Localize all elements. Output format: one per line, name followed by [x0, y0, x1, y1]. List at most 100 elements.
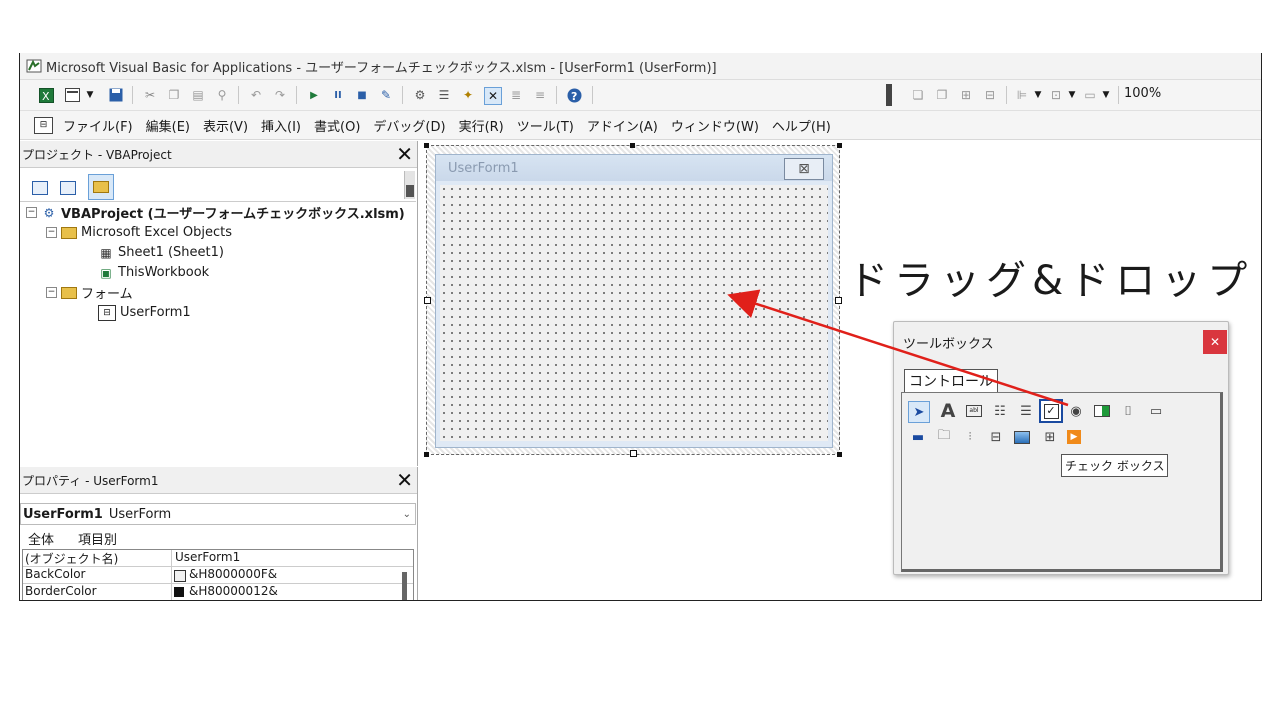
chevron-down-icon[interactable]: ▼ [1030, 87, 1046, 103]
resize-handle[interactable] [424, 297, 431, 304]
menu-view[interactable]: 表示(V) [203, 116, 248, 135]
tree-item-userform1[interactable]: ⊟ UserForm1 [98, 303, 191, 322]
tab-controls[interactable]: コントロール [904, 369, 998, 392]
frame-icon[interactable]: ⌷ [1118, 401, 1138, 421]
close-icon[interactable]: ⊠ [784, 158, 824, 180]
userform-menu-icon[interactable]: ⊟ [34, 116, 53, 134]
break-icon[interactable]: II [330, 87, 346, 103]
resize-handle[interactable] [835, 297, 842, 304]
project-explorer-icon[interactable]: ⚙ [412, 87, 428, 103]
checkbox-icon[interactable]: ✓ [1039, 399, 1063, 423]
save-icon[interactable] [108, 87, 124, 103]
tab-alphabetic[interactable]: 全体 [28, 529, 54, 548]
combobox-icon[interactable]: ☷ [990, 401, 1010, 421]
listbox-icon[interactable]: ☰ [1016, 401, 1036, 421]
object-browser-icon[interactable]: ✦ [460, 87, 476, 103]
align-left-icon[interactable]: ⊫ [1014, 87, 1030, 103]
menu-format[interactable]: 書式(O) [314, 116, 360, 135]
tree-item-excel-objects[interactable]: − Microsoft Excel Objects [46, 223, 232, 242]
object-selector[interactable]: UserForm1 UserForm ⌄ [20, 503, 416, 525]
insert-userform-icon[interactable] [64, 87, 80, 103]
center-icon[interactable]: ⊡ [1048, 87, 1064, 103]
properties-window-icon[interactable]: ☰ [436, 87, 452, 103]
menu-help[interactable]: ヘルプ(H) [772, 116, 831, 135]
align-icon[interactable]: ≡ [532, 87, 548, 103]
userform-grid[interactable] [440, 185, 828, 441]
tab-categorized[interactable]: 項目別 [78, 529, 117, 548]
optionbutton-icon[interactable]: ◉ [1066, 401, 1086, 421]
menu-file[interactable]: ファイル(F) [63, 116, 133, 135]
refedit-icon[interactable]: ⊞ [1040, 427, 1060, 447]
close-icon[interactable]: ✕ [396, 142, 413, 166]
resize-handle[interactable] [424, 143, 429, 148]
userform1[interactable]: UserForm1 ⊠ [435, 154, 833, 448]
menu-run[interactable]: 実行(R) [459, 116, 504, 135]
userform-selection-frame[interactable]: UserForm1 ⊠ [424, 143, 842, 457]
property-row[interactable]: (オブジェクト名) UserForm1 [23, 550, 413, 567]
make-same-size-icon[interactable]: ▭ [1082, 87, 1098, 103]
zoom-level[interactable]: 100% [1124, 86, 1161, 101]
tree-item-thisworkbook[interactable]: ▣ ThisWorkbook [98, 263, 209, 282]
view-object-icon[interactable] [60, 181, 76, 195]
resize-handle[interactable] [837, 452, 842, 457]
chevron-down-icon[interactable]: ▼ [82, 87, 98, 103]
menu-addins[interactable]: アドイン(A) [587, 116, 658, 135]
copy-icon[interactable]: ❐ [166, 87, 182, 103]
paste-icon[interactable]: ▤ [190, 87, 206, 103]
close-icon[interactable]: ✕ [1203, 330, 1227, 354]
resize-handle[interactable] [630, 143, 635, 148]
toggle-folders-icon[interactable] [88, 174, 114, 200]
redo-icon[interactable]: ↷ [272, 87, 288, 103]
chevron-down-icon[interactable]: ▼ [1098, 87, 1114, 103]
run-icon[interactable]: ▶ [306, 87, 322, 103]
scrollbar[interactable] [402, 572, 407, 600]
menu-debug[interactable]: デバッグ(D) [373, 116, 445, 135]
menu-window[interactable]: ウィンドウ(W) [671, 116, 759, 135]
label-icon[interactable]: A [938, 400, 958, 422]
bring-front-icon[interactable]: ❏ [910, 87, 926, 103]
resize-handle[interactable] [837, 143, 842, 148]
view-code-icon[interactable] [32, 181, 48, 195]
spinbutton-icon[interactable]: ⊟ [986, 427, 1006, 447]
find-icon[interactable]: ⚲ [214, 87, 230, 103]
design-mode-icon[interactable]: ✎ [378, 87, 394, 103]
chevron-down-icon[interactable]: ⌄ [403, 509, 411, 520]
chevron-down-icon[interactable]: ▼ [1064, 87, 1080, 103]
ungroup-icon[interactable]: ⊟ [982, 87, 998, 103]
multipage-icon[interactable]: 🗀 [934, 427, 954, 447]
select-objects-icon[interactable]: ➤ [908, 401, 930, 423]
property-row[interactable]: BackColor &H8000000F& [23, 567, 413, 584]
excel-view-icon[interactable]: X [38, 87, 54, 103]
tree-item-vbaproject[interactable]: − ⚙ VBAProject (ユーザーフォームチェックボックス.xlsm) [26, 203, 405, 222]
property-row[interactable]: BorderColor &H80000012& [23, 584, 413, 600]
help-icon[interactable]: ? [566, 87, 582, 103]
tree-item-forms[interactable]: − フォーム [46, 283, 133, 302]
resize-handle[interactable] [424, 452, 429, 457]
scrollbar[interactable] [404, 171, 415, 199]
commandbutton-icon[interactable]: ▭ [1146, 401, 1166, 421]
collapse-icon[interactable]: − [46, 227, 57, 238]
togglebutton-icon[interactable] [1092, 401, 1112, 421]
cut-icon[interactable]: ✂ [142, 87, 158, 103]
close-icon[interactable]: ✕ [396, 468, 413, 492]
image-icon[interactable] [1012, 427, 1032, 447]
toolbox-icon[interactable]: ✕ [484, 87, 502, 105]
svg-text:?: ? [571, 90, 577, 103]
send-back-icon[interactable]: ❐ [934, 87, 950, 103]
tree-item-sheet1[interactable]: ▦ Sheet1 (Sheet1) [98, 243, 224, 262]
collapse-icon[interactable]: − [46, 287, 57, 298]
scrollbar-icon[interactable]: ⫶ [960, 427, 980, 447]
resize-handle[interactable] [630, 450, 637, 457]
reset-icon[interactable]: ■ [354, 87, 370, 103]
tab-order-icon[interactable]: ≣ [508, 87, 524, 103]
textbox-icon[interactable]: abl [964, 401, 984, 421]
menu-insert[interactable]: 挿入(I) [261, 116, 301, 135]
menu-tools[interactable]: ツール(T) [517, 116, 574, 135]
tabstrip-icon[interactable]: ▬ [908, 427, 928, 447]
collapse-icon[interactable]: − [26, 207, 37, 218]
menu-edit[interactable]: 編集(E) [146, 116, 190, 135]
undo-icon[interactable]: ↶ [248, 87, 264, 103]
group-icon[interactable]: ⊞ [958, 87, 974, 103]
toolbar-grip[interactable] [886, 84, 892, 106]
additional-control-icon[interactable]: ▶ [1064, 427, 1084, 447]
